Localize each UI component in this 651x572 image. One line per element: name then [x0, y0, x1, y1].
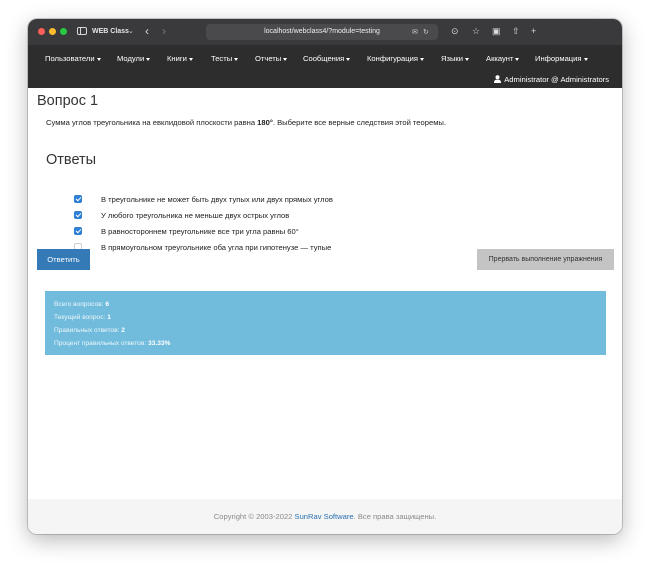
- browser-titlebar: WEB Class ⌄ ‹ › localhost/webclass4/?mod…: [28, 19, 622, 45]
- close-window-button[interactable]: [38, 28, 45, 35]
- translate-icon[interactable]: ✉: [412, 29, 418, 37]
- caret-down-icon: [188, 57, 193, 61]
- answer-label-2[interactable]: У любого треугольника не меньше двух ост…: [101, 210, 289, 222]
- share-icon[interactable]: ⇧: [512, 25, 520, 38]
- menu-books[interactable]: Книги: [167, 53, 193, 65]
- caret-down-icon: [283, 57, 288, 61]
- answer-label-1[interactable]: В треугольнике не может быть двух тупых …: [101, 194, 333, 206]
- menu-information[interactable]: Информация: [535, 53, 588, 65]
- chevron-down-icon[interactable]: ⌄: [128, 25, 134, 38]
- question-text-end: . Выберите все верные следствия этой тео…: [272, 118, 446, 127]
- main-navbar: Пользователи Модули Книги Тесты Отчеты С…: [28, 45, 622, 88]
- stat-percent: Процент правильных ответов: 33.33%: [54, 339, 170, 349]
- minimize-window-button[interactable]: [49, 28, 56, 35]
- menu-tests[interactable]: Тесты: [211, 53, 239, 65]
- stat-correct-value: 2: [121, 327, 125, 334]
- address-bar[interactable]: localhost/webclass4/?module=testing ↻ ✉: [206, 24, 438, 40]
- question-text-bold: 180°: [257, 118, 273, 127]
- reload-icon[interactable]: ↻: [423, 29, 429, 37]
- menu-account[interactable]: Аккаунт: [486, 53, 520, 65]
- menu-users[interactable]: Пользователи: [45, 53, 101, 65]
- stat-total-label: Всего вопросов:: [54, 301, 104, 308]
- answers-title: Ответы: [46, 152, 97, 168]
- answer-label-4[interactable]: В прямоугольном треугольнике оба угла пр…: [101, 242, 331, 254]
- answer-checkbox-2[interactable]: [74, 211, 82, 219]
- caret-down-icon: [583, 57, 588, 61]
- caret-down-icon: [346, 57, 351, 61]
- menu-messages[interactable]: Сообщения: [303, 53, 351, 65]
- stat-current-value: 1: [107, 314, 111, 321]
- stat-current-label: Текущий вопрос:: [54, 314, 106, 321]
- browser-window: WEB Class ⌄ ‹ › localhost/webclass4/?mod…: [28, 19, 622, 534]
- footer-copyright: Copyright © 2003-2022: [213, 512, 295, 521]
- answer-checkbox-1[interactable]: [74, 195, 82, 203]
- back-arrow-icon[interactable]: ‹: [145, 23, 149, 39]
- submit-answer-button[interactable]: Ответить: [37, 249, 90, 270]
- sidebar-toggle-icon[interactable]: [77, 27, 87, 35]
- page-content: Вопрос 1 Сумма углов треугольника на евк…: [28, 88, 622, 499]
- question-text: Сумма углов треугольника на евклидовой п…: [46, 117, 446, 129]
- footer-text: Copyright © 2003-2022 SunRav Software. В…: [214, 512, 436, 521]
- url-text[interactable]: localhost/webclass4/?module=testing: [206, 24, 438, 40]
- abort-exercise-button[interactable]: Прервать выполнение упражнения: [477, 249, 614, 270]
- stat-percent-label: Процент правильных ответов:: [54, 340, 147, 347]
- zoom-window-button[interactable]: [60, 28, 67, 35]
- question-title: Вопрос 1: [37, 93, 99, 109]
- menu-languages[interactable]: Языки: [441, 53, 469, 65]
- new-tab-icon[interactable]: +: [531, 25, 536, 38]
- footer-rights: . Все права защищены.: [353, 512, 437, 521]
- forward-arrow-icon[interactable]: ›: [162, 23, 166, 39]
- answer-checkbox-3[interactable]: [74, 227, 82, 235]
- company-link[interactable]: SunRav Software: [295, 512, 354, 521]
- caret-down-icon: [419, 57, 424, 61]
- caret-down-icon: [515, 57, 520, 61]
- stat-total: Всего вопросов: 6: [54, 300, 109, 310]
- answer-label-3[interactable]: В равностороннем треугольнике все три уг…: [101, 226, 299, 238]
- tab-group-title[interactable]: WEB Class: [92, 25, 129, 38]
- stat-total-value: 6: [105, 301, 110, 308]
- menu-modules[interactable]: Модули: [117, 53, 151, 65]
- test-stats-panel: Всего вопросов: 6 Текущий вопрос: 1 Прав…: [45, 291, 606, 355]
- menu-reports[interactable]: Отчеты: [255, 53, 288, 65]
- page-footer: Copyright © 2003-2022 SunRav Software. В…: [28, 499, 622, 534]
- reader-icon[interactable]: ▣: [492, 25, 501, 38]
- user-account-link[interactable]: Administrator @ Administrators: [494, 74, 609, 86]
- download-icon[interactable]: ⊙: [451, 25, 459, 38]
- caret-down-icon: [96, 57, 101, 61]
- stat-correct: Правильных ответов: 2: [54, 326, 125, 336]
- menu-configuration[interactable]: Конфигурация: [367, 53, 424, 65]
- stat-correct-label: Правильных ответов:: [54, 327, 120, 334]
- caret-down-icon: [234, 57, 239, 61]
- question-text-start: Сумма углов треугольника на евклидовой п…: [46, 118, 258, 127]
- user-name: Administrator @ Administrators: [504, 75, 609, 84]
- caret-down-icon: [146, 57, 151, 61]
- caret-down-icon: [465, 57, 469, 61]
- stat-current: Текущий вопрос: 1: [54, 313, 111, 323]
- stat-percent-value: 33.33%: [148, 340, 171, 347]
- bookmark-star-icon[interactable]: ☆: [472, 25, 480, 38]
- user-icon: [494, 75, 502, 83]
